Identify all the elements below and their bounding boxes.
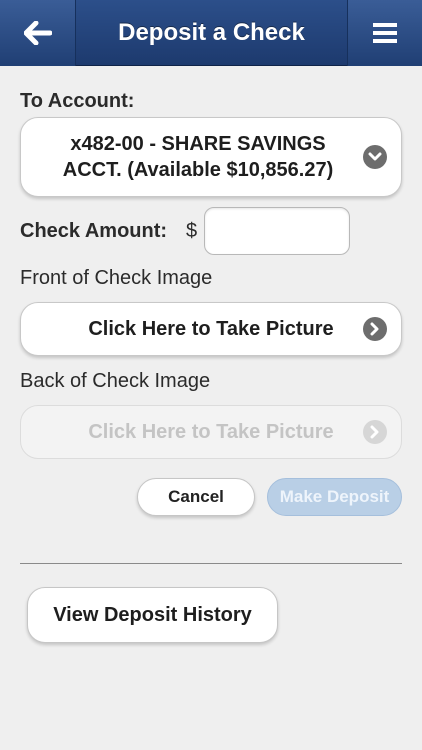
view-deposit-history-button[interactable]: View Deposit History (27, 587, 278, 643)
chevron-right-icon (363, 420, 387, 444)
make-deposit-button[interactable]: Make Deposit (267, 478, 402, 516)
check-amount-input[interactable] (204, 207, 350, 255)
divider (20, 563, 402, 564)
cancel-button[interactable]: Cancel (137, 478, 255, 516)
back-image-label: Back of Check Image (20, 370, 211, 392)
menu-button[interactable] (347, 0, 422, 66)
account-select[interactable]: x482-00 - SHARE SAVINGS ACCT. (Available… (20, 117, 402, 197)
arrow-left-icon (23, 21, 52, 45)
app-header: Deposit a Check (0, 0, 422, 66)
chevron-down-icon (363, 145, 387, 169)
page-title: Deposit a Check (118, 18, 305, 46)
chevron-right-icon (363, 317, 387, 341)
back-take-picture-label: Click Here to Take Picture (88, 420, 334, 443)
front-image-label: Front of Check Image (20, 267, 213, 289)
account-select-value: x482-00 - SHARE SAVINGS ACCT. (Available… (53, 131, 370, 183)
to-account-label: To Account: (20, 90, 135, 112)
account-line-2: ACCT. (Available $10,856.27) (62, 159, 334, 181)
back-button[interactable] (0, 0, 76, 66)
currency-symbol: $ (186, 220, 198, 242)
back-take-picture-button[interactable]: Click Here to Take Picture (20, 405, 402, 459)
check-amount-label: Check Amount: (20, 220, 168, 242)
front-take-picture-label: Click Here to Take Picture (88, 317, 334, 340)
hamburger-menu-icon (373, 23, 397, 43)
front-take-picture-button[interactable]: Click Here to Take Picture (20, 302, 402, 356)
account-line-1: x482-00 - SHARE SAVINGS (70, 133, 326, 155)
